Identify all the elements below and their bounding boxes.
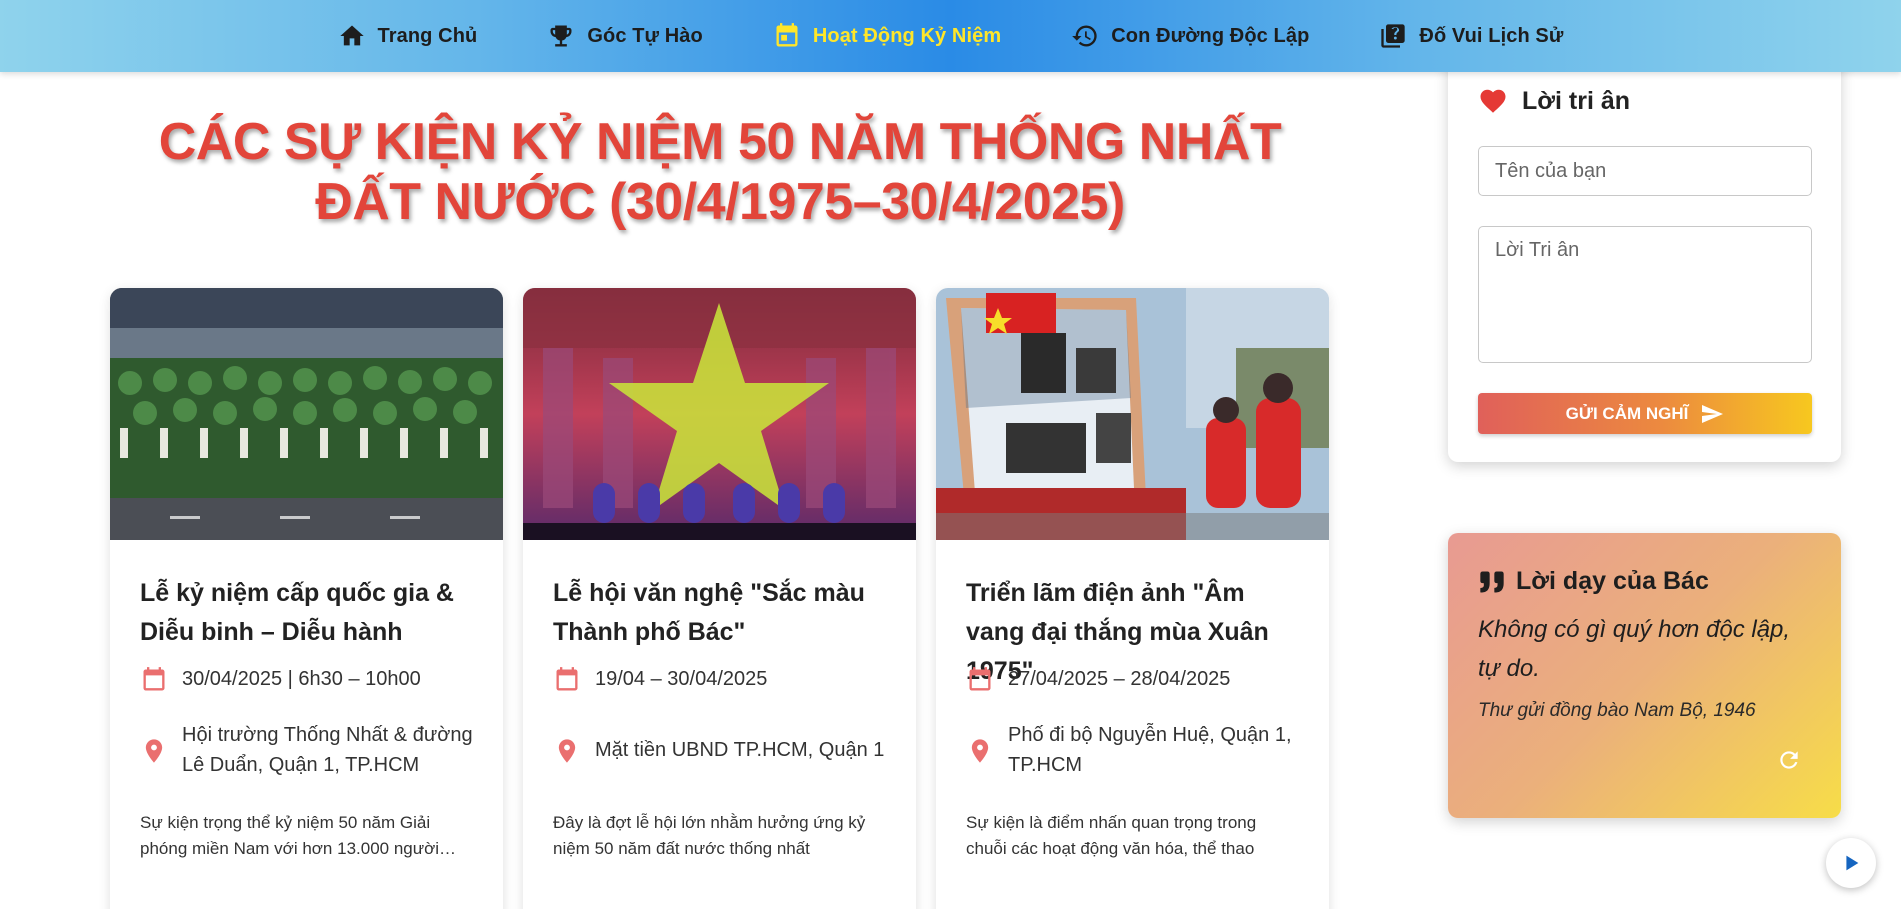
calendar-icon [556, 667, 578, 691]
event-date-row: 27/04/2025 – 28/04/2025 [966, 664, 1299, 694]
event-date: 30/04/2025 | 6h30 – 10h00 [182, 668, 421, 690]
event-location-row: Mặt tiền UBND TP.HCM, Quận 1 [553, 720, 886, 780]
nav-label: Hoạt Động Kỷ Niệm [812, 24, 1002, 47]
event-date: 19/04 – 30/04/2025 [595, 668, 768, 690]
event-image-festival [523, 288, 916, 540]
music-play-button[interactable] [1826, 838, 1876, 888]
refresh-quote-button[interactable] [1772, 743, 1806, 777]
event-title: Triển lãm điện ảnh "Âm vang đại thắng mù… [966, 579, 1269, 685]
quote-icon [1480, 570, 1504, 592]
event-location-row: Phố đi bộ Nguyễn Huệ, Quận 1, TP.HCM [966, 720, 1299, 780]
name-input[interactable] [1478, 146, 1812, 196]
nav-item-hoat-dong-ky-niem[interactable]: Hoạt Động Kỷ Niệm [773, 22, 1001, 50]
event-date: 27/04/2025 – 28/04/2025 [1008, 668, 1231, 690]
nav-item-goc-tu-hao[interactable]: Góc Tự Hào [547, 22, 703, 50]
location-pin-icon [558, 739, 576, 763]
main-navbar: Trang Chủ Góc Tự Hào Hoạt Động Kỷ Niệm C… [0, 0, 1901, 72]
message-textarea[interactable] [1478, 226, 1812, 363]
calendar-icon [776, 23, 798, 47]
event-card[interactable]: Lễ kỷ niệm cấp quốc gia & Diễu binh – Di… [110, 288, 503, 909]
event-card[interactable]: Lễ hội văn nghệ "Sắc màu Thành phố Bác" … [523, 288, 916, 909]
refresh-icon [1780, 751, 1798, 769]
calendar-icon [969, 667, 991, 691]
heart-icon [1480, 89, 1506, 113]
tribute-form: Lời tri ân GỬI CẢM NGHĨ [1448, 50, 1841, 462]
event-date-row: 30/04/2025 | 6h30 – 10h00 [140, 664, 473, 694]
nav-item-con-duong-doc-lap[interactable]: Con Đường Độc Lập [1071, 22, 1309, 50]
quote-header: Lời dạy của Bác [1478, 567, 1811, 596]
nav-label: Đố Vui Lịch Sử [1419, 24, 1564, 47]
quiz-icon [1381, 24, 1406, 48]
event-title: Lễ hội văn nghệ "Sắc màu Thành phố Bác" [553, 579, 865, 646]
event-location-row: Hội trường Thống Nhất & đường Lê Duẩn, Q… [140, 720, 473, 780]
location-pin-icon [971, 739, 989, 763]
event-location: Phố đi bộ Nguyễn Huệ, Quận 1, TP.HCM [1008, 724, 1292, 776]
event-image-parade [110, 288, 503, 540]
send-feeling-button[interactable]: GỬI CẢM NGHĨ [1478, 393, 1812, 434]
event-title: Lễ kỷ niệm cấp quốc gia & Diễu binh – Di… [140, 579, 454, 646]
quote-card: Lời dạy của Bác Không có gì quý hơn độc … [1448, 533, 1841, 818]
tribute-header: Lời tri ân [1478, 86, 1811, 116]
event-location: Hội trường Thống Nhất & đường Lê Duẩn, Q… [182, 724, 473, 776]
location-pin-icon [145, 739, 163, 763]
nav-label: Trang Chủ [377, 24, 478, 47]
page-title: CÁC SỰ KIỆN KỶ NIỆM 50 NĂM THỐNG NHẤT ĐẤ… [158, 113, 1282, 231]
history-icon [1072, 25, 1097, 47]
nav-item-do-vui-lich-su[interactable]: Đố Vui Lịch Sử [1379, 22, 1563, 50]
quote-heading: Lời dạy của Bác [1516, 567, 1709, 595]
tribute-heading: Lời tri ân [1522, 86, 1631, 115]
event-date-row: 19/04 – 30/04/2025 [553, 664, 886, 694]
send-icon [1702, 404, 1724, 423]
send-button-label: GỬI CẢM NGHĨ [1565, 403, 1689, 423]
event-description: Sự kiện là điểm nhấn quan trọng trong ch… [966, 813, 1257, 858]
event-card[interactable]: Triển lãm điện ảnh "Âm vang đại thắng mù… [936, 288, 1329, 909]
event-description: Đây là đợt lễ hội lớn nhằm hưởng ứng kỷ … [553, 813, 866, 858]
nav-item-trang-chu[interactable]: Trang Chủ [338, 22, 478, 50]
home-icon [339, 25, 364, 46]
trophy-icon [550, 25, 572, 47]
play-icon [1846, 855, 1859, 871]
event-description: Sự kiện trọng thể kỷ niệm 50 năm Giải ph… [140, 813, 440, 858]
calendar-icon [143, 667, 165, 691]
quote-text: Không có gì quý hơn độc lập, tự do. [1478, 616, 1791, 682]
nav-label: Góc Tự Hào [587, 24, 703, 47]
quote-source: Thư gửi đồng bào Nam Bộ, 1946 [1478, 700, 1756, 721]
event-location: Mặt tiền UBND TP.HCM, Quận 1 [595, 739, 885, 761]
nav-label: Con Đường Độc Lập [1111, 24, 1310, 47]
event-image-exhibition [936, 288, 1329, 540]
